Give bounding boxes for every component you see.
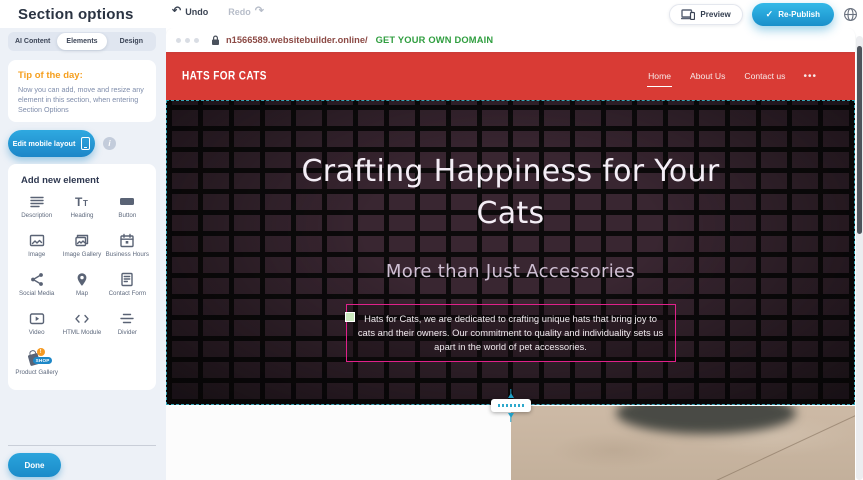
lock-icon xyxy=(211,35,220,46)
tip-title: Tip of the day: xyxy=(18,70,146,81)
divider-icon xyxy=(119,311,135,326)
devices-icon xyxy=(681,9,695,20)
business-hours-icon xyxy=(119,233,135,248)
element-button[interactable]: Button xyxy=(105,194,150,227)
edit-mobile-label: Edit mobile layout xyxy=(13,139,76,148)
tab-elements[interactable]: Elements xyxy=(57,33,106,50)
element-map[interactable]: Map xyxy=(59,272,104,305)
site-nav: Home About Us Contact us ••• xyxy=(647,52,817,100)
scrollbar-thumb[interactable] xyxy=(857,46,862,234)
top-bar: Section options ↶ Undo Redo ↷ Preview xyxy=(0,0,863,28)
element-image[interactable]: Image xyxy=(14,233,59,266)
app-frame: Section options ↶ Undo Redo ↷ Preview xyxy=(0,0,863,480)
redo-label: Redo xyxy=(228,7,251,17)
element-heading[interactable]: T T Heading xyxy=(59,194,104,227)
nav-home[interactable]: Home xyxy=(647,66,672,87)
resize-arrow-down-icon xyxy=(508,413,514,418)
browser-dots xyxy=(176,38,199,43)
sidebar: AI Content Elements Design Tip of the da… xyxy=(0,28,166,480)
cat-shadow xyxy=(616,406,796,434)
sidebar-divider xyxy=(8,445,156,446)
element-image-gallery[interactable]: Image Gallery xyxy=(59,233,104,266)
globe-icon[interactable] xyxy=(843,7,858,22)
html-module-icon xyxy=(74,311,90,326)
nav-more-icon[interactable]: ••• xyxy=(803,71,817,82)
republish-button[interactable]: ✓ Re-Publish xyxy=(752,3,834,26)
undo-redo-group: ↶ Undo Redo ↷ xyxy=(172,6,264,17)
new-badge-dot: ! xyxy=(37,348,45,356)
tip-body: Now you can add, move and resize any ele… xyxy=(18,85,146,115)
section-resize-handle[interactable] xyxy=(491,399,531,412)
hero-subheading: More than Just Accessories xyxy=(167,261,854,282)
done-button[interactable]: Done xyxy=(8,453,61,477)
hero-section[interactable]: Crafting Happiness for Your Cats More th… xyxy=(166,100,855,405)
image-icon xyxy=(29,233,45,248)
resize-dashes xyxy=(498,404,524,407)
element-contact-form[interactable]: Contact Form xyxy=(105,272,150,305)
redo-icon: ↷ xyxy=(255,6,264,17)
element-product-gallery[interactable]: SHOP ! Product Gallery xyxy=(14,350,59,383)
element-html-module[interactable]: HTML Module xyxy=(59,311,104,344)
resize-arrow-up-icon xyxy=(508,393,514,398)
product-gallery-icon: SHOP ! xyxy=(26,350,48,366)
get-domain-link[interactable]: GET YOUR OWN DOMAIN xyxy=(376,35,494,45)
phone-icon xyxy=(81,137,90,150)
undo-button[interactable]: ↶ Undo xyxy=(172,6,208,17)
add-element-panel: Add new element Description T T Heading xyxy=(8,164,156,390)
video-icon xyxy=(29,311,45,326)
svg-text:T: T xyxy=(75,195,83,209)
nav-about[interactable]: About Us xyxy=(689,66,726,86)
info-icon[interactable]: i xyxy=(103,137,116,150)
check-icon: ✓ xyxy=(766,9,774,20)
site-preview: n1566589.websitebuilder.online/ GET YOUR… xyxy=(166,28,863,480)
element-business-hours[interactable]: Business Hours xyxy=(105,233,150,266)
image-gallery-icon xyxy=(74,233,90,248)
tab-ai-content[interactable]: AI Content xyxy=(8,33,57,50)
social-media-icon xyxy=(29,272,45,287)
browser-bar: n1566589.websitebuilder.online/ GET YOUR… xyxy=(166,28,855,52)
top-actions: Preview ✓ Re-Publish xyxy=(669,3,858,26)
sidebar-tabs: AI Content Elements Design xyxy=(8,32,156,51)
element-grid: Description T T Heading Button xyxy=(14,194,150,383)
heading-icon: T T xyxy=(74,194,90,209)
contact-form-icon xyxy=(119,272,135,287)
site-logo: HATS FOR CATS xyxy=(182,70,267,83)
selected-text-element[interactable]: Hats for Cats, we are dedicated to craft… xyxy=(346,304,676,362)
preview-label: Preview xyxy=(700,10,730,19)
preview-button[interactable]: Preview xyxy=(669,4,742,25)
hero-heading: Crafting Happiness for Your Cats xyxy=(281,151,741,235)
element-video[interactable]: Video xyxy=(14,311,59,344)
browser-dot xyxy=(176,38,181,43)
hero-paragraph: Hats for Cats, we are dedicated to craft… xyxy=(357,312,665,354)
site-header[interactable]: HATS FOR CATS Home About Us Contact us •… xyxy=(166,52,855,100)
nav-contact[interactable]: Contact us xyxy=(743,66,786,86)
svg-text:T: T xyxy=(83,199,88,208)
site-url: n1566589.websitebuilder.online/ xyxy=(226,35,368,45)
browser-dot xyxy=(194,38,199,43)
page-title: Section options xyxy=(18,6,134,23)
redo-button[interactable]: Redo ↷ xyxy=(228,6,264,17)
tip-card: Tip of the day: Now you can add, move an… xyxy=(8,60,156,122)
add-element-title: Add new element xyxy=(21,175,150,186)
button-icon xyxy=(119,194,135,209)
element-social-media[interactable]: Social Media xyxy=(14,272,59,305)
element-divider[interactable]: Divider xyxy=(105,311,150,344)
element-description[interactable]: Description xyxy=(14,194,59,227)
sand-image xyxy=(511,406,855,480)
republish-label: Re-Publish xyxy=(778,10,820,19)
tab-design[interactable]: Design xyxy=(107,33,156,50)
preview-scrollbar xyxy=(856,36,863,480)
browser-dot xyxy=(185,38,190,43)
map-pin-icon xyxy=(74,272,90,287)
element-drag-handle[interactable] xyxy=(345,312,355,322)
undo-label: Undo xyxy=(185,7,208,17)
undo-icon: ↶ xyxy=(172,6,181,17)
description-icon xyxy=(29,194,45,209)
shop-badge: SHOP xyxy=(33,357,53,364)
edit-mobile-layout-button[interactable]: Edit mobile layout xyxy=(8,130,95,157)
